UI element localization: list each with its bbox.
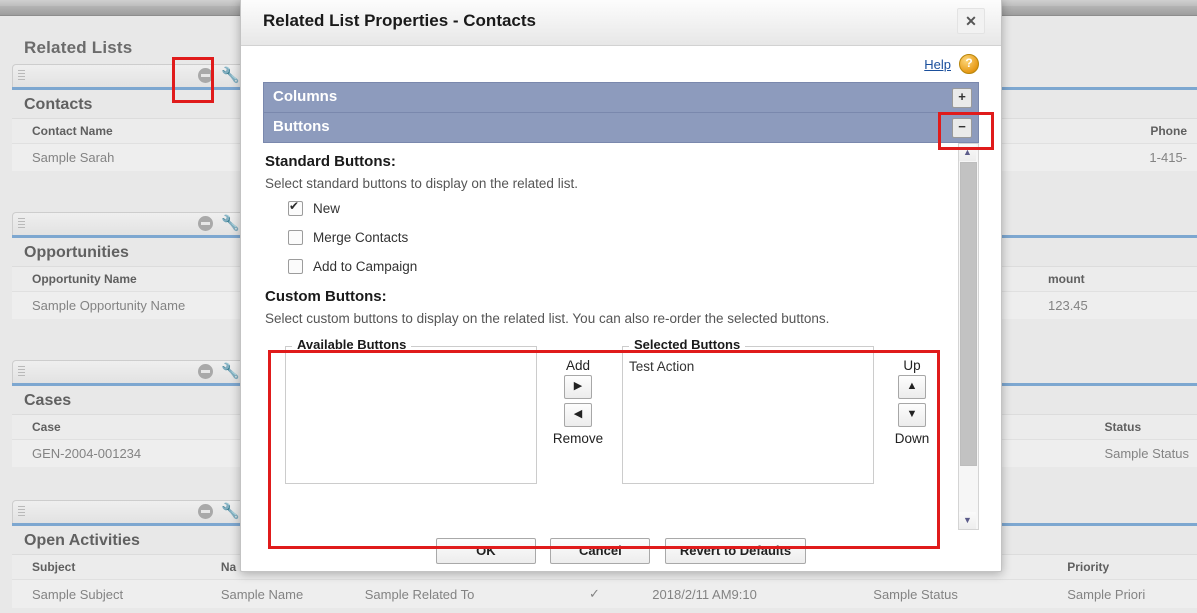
cell-phone: 1-415- bbox=[1128, 143, 1197, 171]
collapse-icon[interactable]: − bbox=[952, 118, 972, 138]
column-header: mount bbox=[1028, 266, 1197, 292]
drag-handle-icon[interactable] bbox=[18, 70, 25, 82]
column-header: Status bbox=[1084, 414, 1197, 440]
close-icon[interactable]: ✕ bbox=[957, 8, 985, 34]
related-list-handle[interactable]: 🔧 bbox=[12, 360, 250, 383]
section-header-columns[interactable]: Columns + bbox=[263, 82, 979, 113]
custom-buttons-picker: Available Buttons Add ▶ ◀ Remove Selecte… bbox=[285, 336, 955, 484]
custom-buttons-description: Select custom buttons to display on the … bbox=[265, 311, 830, 326]
drag-handle-icon[interactable] bbox=[18, 506, 25, 518]
section-label: Buttons bbox=[273, 118, 330, 135]
dialog-body: Help ? Columns + Buttons − Standard Butt… bbox=[241, 46, 1001, 584]
cell-amount: 123.45 bbox=[1028, 291, 1197, 319]
custom-buttons-heading: Custom Buttons: bbox=[265, 288, 387, 305]
checkbox-row-new[interactable]: New bbox=[288, 199, 957, 216]
dialog-scrollbar[interactable]: ▲ ▼ bbox=[958, 143, 979, 530]
add-remove-controls: Add ▶ ◀ Remove bbox=[547, 358, 609, 448]
scroll-down-arrow-icon[interactable]: ▼ bbox=[959, 512, 976, 529]
checkbox-new[interactable] bbox=[288, 199, 303, 216]
checkbox-row-add-to-campaign[interactable]: Add to Campaign bbox=[288, 259, 957, 274]
dialog-scroll-area: Standard Buttons: Select standard button… bbox=[263, 143, 979, 530]
column-header: Case bbox=[12, 414, 253, 440]
expand-icon[interactable]: + bbox=[952, 88, 972, 108]
cell-status: Sample Status bbox=[1084, 439, 1197, 467]
help-link[interactable]: Help bbox=[924, 57, 951, 72]
collapse-icon[interactable] bbox=[198, 68, 213, 83]
section-label: Columns bbox=[273, 88, 338, 105]
scrollbar-thumb[interactable] bbox=[960, 162, 977, 466]
checkbox-merge-contacts[interactable] bbox=[288, 230, 303, 245]
reorder-controls: Up ▲ ▼ Down bbox=[881, 358, 943, 448]
checkbox-label: Add to Campaign bbox=[313, 259, 418, 274]
remove-arrow-left-icon[interactable]: ◀ bbox=[564, 403, 592, 427]
selected-buttons-listbox[interactable]: Selected Buttons Test Action bbox=[622, 337, 874, 484]
collapse-icon[interactable] bbox=[198, 216, 213, 231]
column-header: Opportunity Name bbox=[12, 266, 260, 292]
collapse-icon[interactable] bbox=[198, 364, 213, 379]
checkbox-add-to-campaign[interactable] bbox=[288, 259, 303, 274]
drag-handle-icon[interactable] bbox=[18, 366, 25, 378]
checkbox-label: New bbox=[313, 201, 341, 216]
related-list-handle[interactable]: 🔧 bbox=[12, 500, 250, 523]
checkbox-row-merge-contacts[interactable]: Merge Contacts bbox=[288, 230, 957, 245]
column-header: Priority bbox=[1047, 554, 1197, 580]
selected-buttons-legend: Selected Buttons bbox=[629, 337, 746, 352]
add-arrow-right-icon[interactable]: ▶ bbox=[564, 375, 592, 399]
related-list-properties-dialog: Related List Properties - Contacts ✕ Hel… bbox=[240, 0, 1002, 572]
checkbox-label: Merge Contacts bbox=[313, 230, 409, 245]
cell-subject: Sample Subject bbox=[12, 579, 201, 608]
buttons-section-content: Standard Buttons: Select standard button… bbox=[263, 143, 957, 528]
available-buttons-listbox[interactable]: Available Buttons bbox=[285, 337, 537, 484]
standard-buttons-description: Select standard buttons to display on th… bbox=[265, 176, 578, 191]
cell-priority: Sample Priori bbox=[1047, 579, 1197, 608]
standard-buttons-heading: Standard Buttons: bbox=[265, 153, 396, 170]
help-icon[interactable]: ? bbox=[959, 54, 979, 74]
wrench-icon[interactable]: 🔧 bbox=[221, 363, 240, 381]
help-row: Help ? bbox=[241, 46, 1001, 82]
column-header: Phone bbox=[1128, 118, 1197, 144]
cell-case-number: GEN-2004-001234 bbox=[12, 439, 253, 467]
wrench-icon[interactable]: 🔧 bbox=[221, 503, 240, 521]
column-header: Subject bbox=[12, 554, 201, 580]
screenshot-root: Related Lists 🔧 Contacts Contact Name Ph… bbox=[0, 0, 1197, 613]
wrench-icon[interactable]: 🔧 bbox=[221, 67, 240, 85]
down-label: Down bbox=[894, 431, 930, 446]
list-item[interactable]: Test Action bbox=[629, 359, 694, 374]
add-label: Add bbox=[565, 358, 591, 373]
column-header: Contact Name bbox=[12, 118, 260, 144]
scroll-up-arrow-icon[interactable]: ▲ bbox=[959, 144, 976, 161]
cell-opportunity-name: Sample Opportunity Name bbox=[12, 291, 260, 319]
remove-label: Remove bbox=[552, 431, 604, 446]
cancel-button[interactable]: Cancel bbox=[550, 538, 651, 564]
related-list-handle[interactable]: 🔧 bbox=[12, 64, 250, 87]
section-header-buttons[interactable]: Buttons − bbox=[263, 113, 979, 143]
page-title: Related Lists bbox=[24, 38, 133, 57]
cell-contact-name: Sample Sarah bbox=[12, 143, 260, 171]
related-list-handle[interactable]: 🔧 bbox=[12, 212, 250, 235]
ok-button[interactable]: OK bbox=[435, 538, 536, 564]
up-label: Up bbox=[903, 358, 921, 373]
dialog-title: Related List Properties - Contacts bbox=[263, 11, 537, 30]
wrench-icon[interactable]: 🔧 bbox=[221, 215, 240, 233]
available-buttons-legend: Available Buttons bbox=[292, 337, 412, 352]
drag-handle-icon[interactable] bbox=[18, 218, 25, 230]
revert-to-defaults-button[interactable]: Revert to Defaults bbox=[664, 538, 807, 564]
move-up-arrow-icon[interactable]: ▲ bbox=[898, 375, 926, 399]
dialog-footer: OK Cancel Revert to Defaults bbox=[241, 528, 1001, 584]
move-down-arrow-icon[interactable]: ▼ bbox=[898, 403, 926, 427]
collapse-icon[interactable] bbox=[198, 504, 213, 519]
dialog-titlebar: Related List Properties - Contacts ✕ bbox=[241, 0, 1001, 46]
